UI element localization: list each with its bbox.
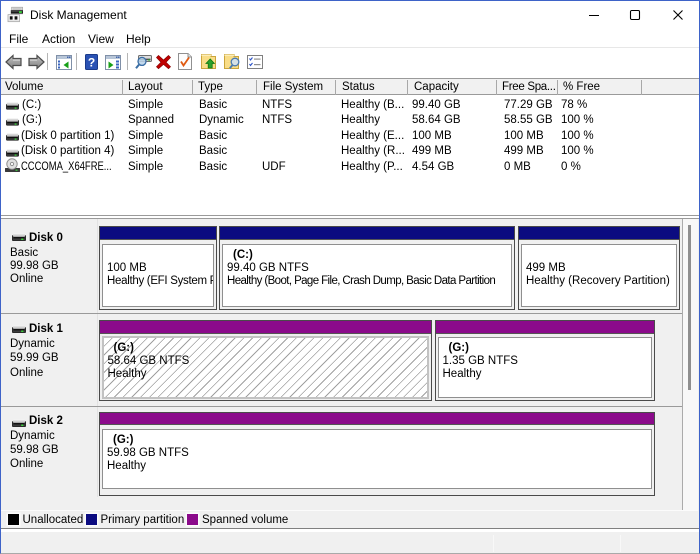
- svg-text:?: ?: [88, 56, 95, 70]
